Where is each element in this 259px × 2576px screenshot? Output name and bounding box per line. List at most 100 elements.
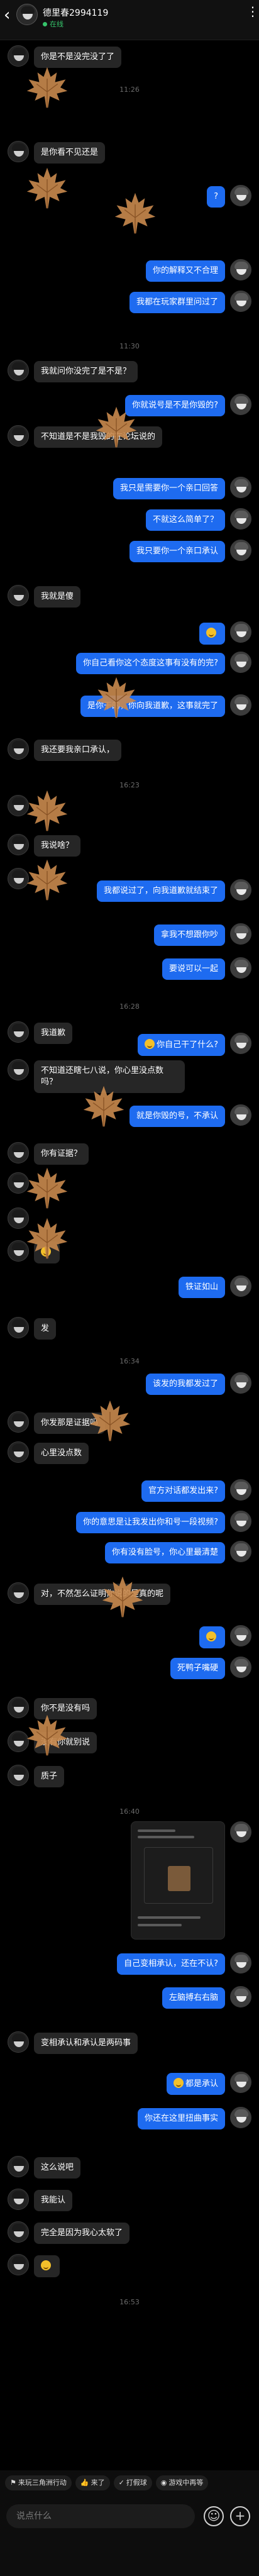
my-avatar[interactable]: [230, 2072, 251, 2093]
my-avatar[interactable]: [230, 923, 251, 945]
incoming-message[interactable]: 我就问你没完了是不是？: [34, 361, 138, 382]
incoming-message[interactable]: 质子: [34, 1766, 65, 1787]
my-avatar[interactable]: [230, 2107, 251, 2128]
back-icon[interactable]: ‹: [4, 6, 16, 24]
contact-avatar[interactable]: [8, 738, 29, 760]
message-input[interactable]: [6, 2504, 195, 2528]
incoming-message[interactable]: 是你看不见还是: [34, 142, 106, 164]
outgoing-message[interactable]: 左脑搏右右脑: [162, 1987, 225, 2009]
image-message[interactable]: [131, 1821, 225, 1940]
emoji-icon[interactable]: ☺: [204, 2506, 224, 2526]
my-avatar[interactable]: [230, 1821, 251, 1843]
outgoing-message[interactable]: 你的意思是让我发出你和号一段视频?: [76, 1512, 225, 1533]
outgoing-message[interactable]: 要说可以一起: [162, 958, 225, 980]
outgoing-message[interactable]: 自己变相承认，还在不认?: [117, 1953, 225, 1975]
incoming-message[interactable]: 我能认: [34, 2190, 73, 2211]
incoming-message[interactable]: 我道歉: [34, 1023, 73, 1044]
incoming-message[interactable]: 我还要我亲口承认，: [34, 740, 122, 761]
plus-icon[interactable]: +: [230, 2506, 250, 2526]
incoming-message[interactable]: 这么说吧: [34, 2157, 81, 2179]
contact-avatar[interactable]: [8, 1172, 29, 1194]
my-avatar[interactable]: [230, 1275, 251, 1297]
my-avatar[interactable]: [230, 259, 251, 280]
my-avatar[interactable]: [230, 1372, 251, 1394]
contact-avatar[interactable]: [8, 2031, 29, 2053]
contact-avatar[interactable]: [8, 141, 29, 162]
contact-avatar[interactable]: [8, 1441, 29, 1463]
outgoing-message[interactable]: 你自己看你这个态度这事有没有的完?: [76, 653, 225, 674]
outgoing-message[interactable]: 你就说号是不是你毁的?: [125, 395, 225, 416]
outgoing-message[interactable]: 我都在玩家群里问过了: [129, 292, 225, 313]
my-avatar[interactable]: [230, 477, 251, 498]
incoming-message[interactable]: 对，不然怎么证明你说的是真的呢: [34, 1584, 171, 1605]
outgoing-message[interactable]: 该发的我都发过了: [145, 1374, 225, 1395]
my-avatar[interactable]: [230, 508, 251, 530]
my-avatar[interactable]: [230, 694, 251, 716]
outgoing-message[interactable]: [199, 623, 225, 645]
incoming-message[interactable]: 你发那是证据吗: [34, 1413, 106, 1434]
my-avatar[interactable]: [230, 1657, 251, 1678]
contact-avatar[interactable]: [16, 4, 38, 25]
my-avatar[interactable]: [230, 1104, 251, 1126]
contact-avatar[interactable]: [8, 1059, 29, 1080]
contact-avatar[interactable]: [8, 1317, 29, 1338]
quick-reply-chip[interactable]: ⚑ 来玩三角洲行动: [5, 2475, 72, 2490]
outgoing-message[interactable]: [199, 1626, 225, 1648]
outgoing-message[interactable]: 你自己干了什么?: [138, 1034, 225, 1056]
contact-avatar[interactable]: [8, 868, 29, 889]
my-avatar[interactable]: [230, 1541, 251, 1562]
contact-avatar[interactable]: [8, 2156, 29, 2177]
outgoing-message[interactable]: 都是承认: [166, 2073, 225, 2095]
my-avatar[interactable]: [230, 879, 251, 901]
contact-avatar[interactable]: [8, 45, 29, 67]
contact-avatar[interactable]: [8, 360, 29, 381]
contact-avatar[interactable]: [8, 1142, 29, 1163]
outgoing-message[interactable]: 就是你毁的号，不承认: [129, 1106, 225, 1127]
my-avatar[interactable]: [230, 652, 251, 673]
my-avatar[interactable]: [230, 957, 251, 979]
outgoing-message[interactable]: 我只是需要你一个亲口回答: [113, 478, 225, 499]
my-avatar[interactable]: [230, 621, 251, 643]
incoming-message[interactable]: 不知道是不是我毁的在论坛说的: [34, 426, 163, 448]
my-avatar[interactable]: [230, 185, 251, 206]
contact-avatar[interactable]: [8, 1697, 29, 1718]
contact-avatar[interactable]: [8, 1208, 29, 1229]
my-avatar[interactable]: [230, 1479, 251, 1501]
my-avatar[interactable]: [230, 1986, 251, 2007]
more-icon[interactable]: ⋮: [246, 5, 259, 23]
outgoing-message[interactable]: 官方对话都发出来?: [141, 1480, 225, 1502]
contact-avatar[interactable]: [8, 1731, 29, 1752]
my-avatar[interactable]: [230, 1511, 251, 1532]
outgoing-message[interactable]: ?: [207, 186, 225, 208]
outgoing-message[interactable]: 是你干的，你向我道歉，这事就完了: [80, 696, 225, 717]
outgoing-message[interactable]: 我都说过了，向我道歉就结束了: [96, 880, 225, 902]
contact-avatar[interactable]: [8, 425, 29, 447]
outgoing-message[interactable]: 我只要你一个亲口承认: [129, 541, 225, 562]
contact-avatar[interactable]: [8, 2221, 29, 2243]
my-avatar[interactable]: [230, 1952, 251, 1974]
incoming-message[interactable]: 心里没点数: [34, 1443, 89, 1464]
outgoing-message[interactable]: 你的解释又不合理: [145, 260, 225, 282]
contact-avatar[interactable]: [8, 1765, 29, 1786]
message-feed[interactable]: 你是不是没完没了了 11:26 是你看不见还是? 你的解释又不合理 我都在玩家群里问过了…: [0, 40, 259, 2470]
outgoing-message[interactable]: 不就这么简单了？: [145, 509, 225, 531]
outgoing-message[interactable]: 你有没有脸号，你心里最清楚: [104, 1542, 225, 1563]
contact-avatar[interactable]: [8, 834, 29, 855]
contact-avatar[interactable]: [8, 795, 29, 816]
incoming-message[interactable]: 变相承认和承认是两码事: [34, 2033, 138, 2054]
incoming-message[interactable]: 你不是没有吗: [34, 1698, 97, 1719]
my-avatar[interactable]: [230, 1625, 251, 1646]
outgoing-message[interactable]: 你还在这里扭曲事实: [137, 2108, 225, 2129]
incoming-message[interactable]: 发: [34, 1318, 57, 1340]
outgoing-message[interactable]: 铁证如山: [178, 1277, 225, 1298]
contact-avatar[interactable]: [8, 1021, 29, 1043]
incoming-message[interactable]: 不知道还瞎七八说，你心里没点数吗？: [34, 1060, 185, 1093]
incoming-message[interactable]: 你有证据？: [34, 1143, 89, 1165]
my-avatar[interactable]: [230, 1033, 251, 1054]
contact-avatar[interactable]: [8, 2189, 29, 2210]
quick-reply-chip[interactable]: ◉ 游戏中再等: [155, 2475, 209, 2490]
contact-avatar[interactable]: [8, 585, 29, 606]
quick-reply-chip[interactable]: ✓ 打假球: [113, 2475, 152, 2490]
contact-avatar[interactable]: [8, 1411, 29, 1433]
my-avatar[interactable]: [230, 394, 251, 415]
